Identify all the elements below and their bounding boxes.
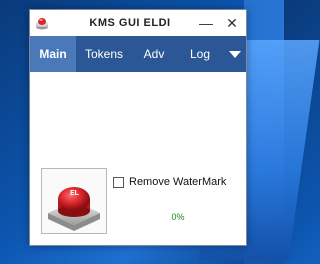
tab-log[interactable]: Log [180, 36, 220, 72]
tab-adv[interactable]: Adv [134, 36, 174, 72]
button-badge-text: EL [70, 190, 80, 197]
remove-watermark-checkbox[interactable] [113, 176, 124, 188]
more-tabs-chevron-icon[interactable] [226, 36, 244, 72]
window-title: KMS GUI ELDI [89, 17, 171, 29]
red-push-button-icon: EL [48, 187, 100, 231]
remove-watermark-label: Remove WaterMark [129, 176, 227, 188]
activate-button[interactable]: EL [41, 168, 107, 234]
tab-bar: Main Tokens Adv Log [30, 36, 246, 72]
main-panel: EL Remove WaterMark 0% [30, 72, 246, 245]
close-button[interactable]: ✕ [221, 13, 243, 33]
tab-tokens[interactable]: Tokens [80, 36, 128, 72]
title-bar[interactable]: KMS GUI ELDI — ✕ [30, 10, 246, 36]
app-icon [36, 18, 48, 30]
app-window: KMS GUI ELDI — ✕ Main Tokens Adv Log EL … [29, 9, 247, 246]
tab-main[interactable]: Main [30, 36, 76, 72]
minimize-button[interactable]: — [195, 13, 217, 33]
remove-watermark-option[interactable]: Remove WaterMark [113, 174, 226, 190]
progress-percent: 0% [171, 212, 185, 222]
